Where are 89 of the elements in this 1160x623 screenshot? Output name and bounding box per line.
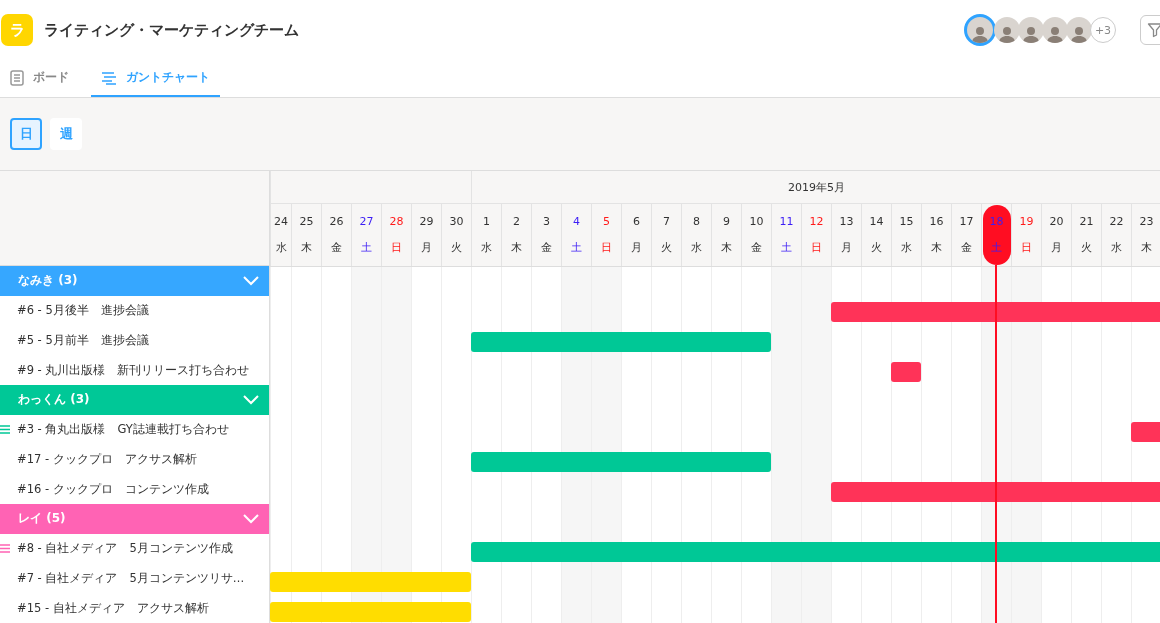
member-avatar[interactable] [964,14,996,46]
day-number: 7 [663,215,670,228]
day-number: 28 [389,215,404,228]
weekday-label: 金 [751,240,762,255]
drag-handle-icon[interactable] [0,543,10,553]
weekday-label: 月 [421,240,432,255]
task-title[interactable]: #7 - 自社メディア 5月コンテンツリサ… [17,570,245,586]
chevron-icon[interactable] [243,513,259,524]
task-title[interactable]: #15 - 自社メディア アクサス解析 [17,600,209,616]
day-number: 2 [513,215,520,228]
group-label: わっくん (3) [18,391,91,409]
weekday-label: 月 [631,240,642,255]
day-number: 22 [1109,215,1124,228]
member-avatar[interactable] [994,17,1020,43]
task-bar[interactable] [891,362,921,382]
day-number: 16 [929,215,944,228]
task-title[interactable]: #5 - 5月前半 進捗会議 [17,332,149,348]
group-label: なみき (3) [18,272,79,290]
drag-handle-icon[interactable] [0,424,10,434]
filter-icon [1147,22,1160,38]
day-number: 17 [959,215,974,228]
weekday-label: 日 [601,240,612,255]
project-title: ライティング・マーケティングチーム [44,20,300,40]
project-logo: ラ [1,14,33,46]
task-title[interactable]: #17 - クックプロ アクサス解析 [17,451,197,467]
weekday-label: 水 [691,240,702,255]
weekday-label: 土 [571,240,582,255]
weekday-label: 木 [301,240,312,255]
weekday-label: 日 [811,240,822,255]
weekday-label: 金 [541,240,552,255]
weekday-label: 木 [511,240,522,255]
member-avatar[interactable] [1066,17,1092,43]
task-title[interactable]: #3 - 角丸出版様 GY誌連載打ち合わせ [17,422,229,438]
day-number: 10 [749,215,764,228]
weekday-label: 水 [1111,240,1122,255]
weekday-label: 火 [871,240,882,255]
gantt-icon [101,70,117,85]
weekday-label: 木 [1141,240,1152,255]
day-number: 23 [1139,215,1154,228]
task-title[interactable]: #6 - 5月後半 進捗会議 [17,303,149,319]
day-number: 15 [899,215,914,228]
weekday-label: 土 [991,240,1002,255]
day-number: 20 [1049,215,1064,228]
day-number: 5 [603,215,610,228]
weekday-label: 月 [841,240,852,255]
day-number: 9 [723,215,730,228]
day-number: 3 [543,215,550,228]
weekday-label: 木 [931,240,942,255]
task-title[interactable]: #9 - 丸川出版様 新刊リリース打ち合わせ [17,362,250,378]
day-number: 25 [299,215,314,228]
view-tab[interactable]: ボード [0,60,79,97]
weekday-label: 木 [721,240,732,255]
weekday-label: 金 [331,240,342,255]
group-label: レイ (5) [18,510,67,528]
document-icon [10,69,24,86]
day-number: 19 [1019,215,1034,228]
weekday-label: 月 [1051,240,1062,255]
day-number: 12 [809,215,824,228]
day-number: 30 [449,215,464,228]
chevron-icon[interactable] [243,275,259,286]
weekday-label: 土 [361,240,372,255]
day-number: 21 [1079,215,1094,228]
weekday-label: 日 [1021,240,1032,255]
weekday-label: 金 [961,240,972,255]
weekday-label: 火 [1081,240,1092,255]
day-number: 18 [989,215,1004,228]
day-number: 6 [633,215,640,228]
weekday-label: 火 [451,240,462,255]
day-number: 8 [693,215,700,228]
day-number: 26 [329,215,344,228]
day-number: 13 [839,215,854,228]
day-number: 14 [869,215,884,228]
day-number: 11 [779,215,794,228]
weekday-label: 火 [661,240,672,255]
day-number: 24 [274,215,288,228]
chevron-icon[interactable] [243,394,259,405]
day-number: 4 [573,215,580,228]
day-number: 1 [483,215,490,228]
more-members-count[interactable]: +3 [1090,17,1116,43]
weekday-label: 水 [481,240,492,255]
task-title[interactable]: #16 - クックプロ コンテンツ作成 [17,481,209,497]
day-number: 29 [419,215,434,228]
weekday-label: 日 [391,240,402,255]
weekday-label: 水 [901,240,912,255]
month-label: 2019年5月 [788,179,845,195]
task-title[interactable]: #8 - 自社メディア 5月コンテンツ作成 [17,541,233,557]
weekday-label: 水 [275,240,287,255]
weekday-label: 土 [781,240,792,255]
day-number: 27 [359,215,374,228]
